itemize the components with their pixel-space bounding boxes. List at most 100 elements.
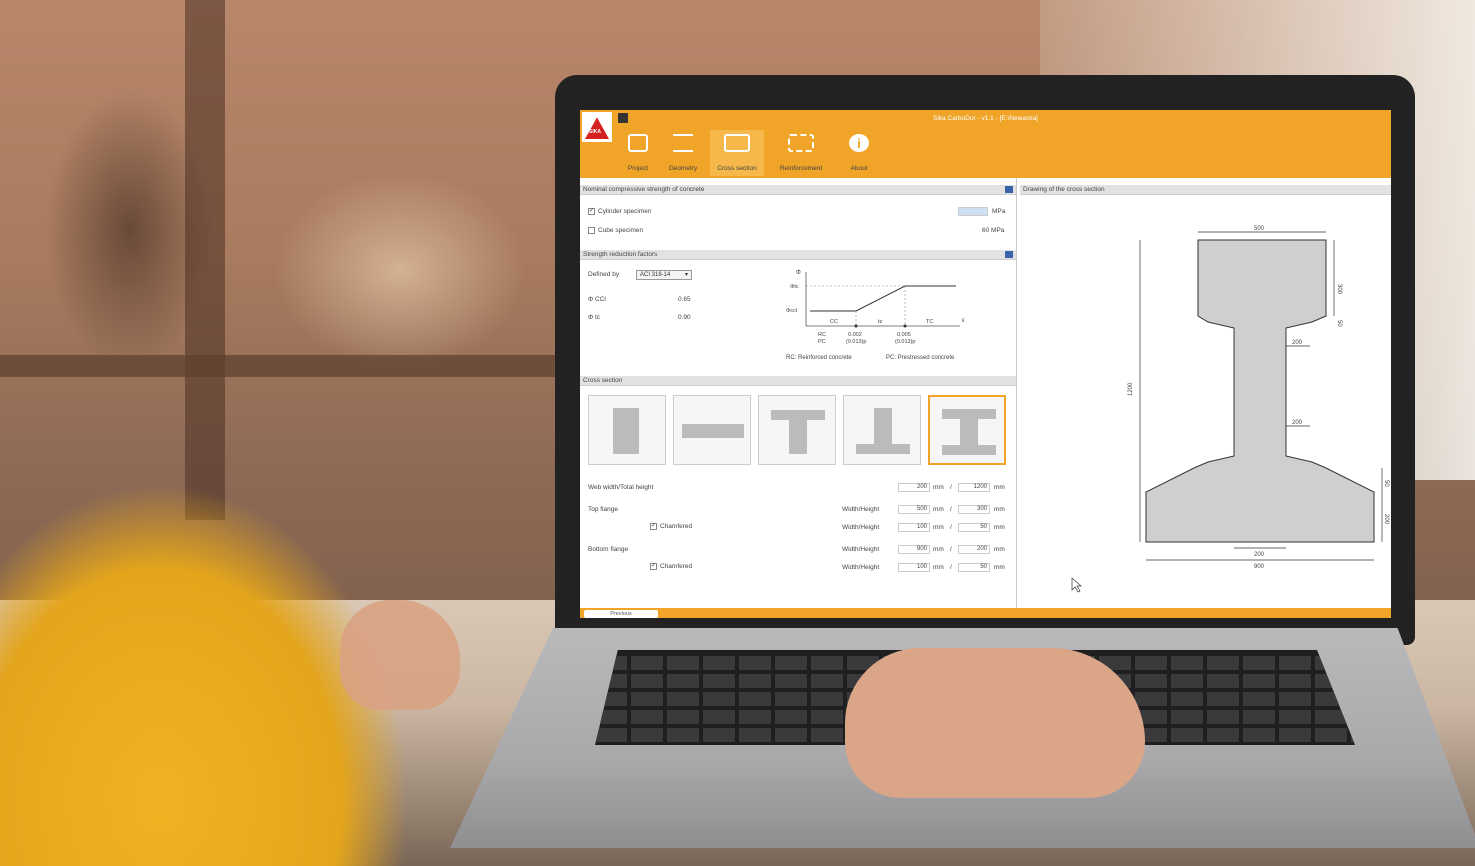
top-width-input[interactable]: 500	[898, 505, 930, 514]
bottom-width-input[interactable]: 900	[898, 545, 930, 554]
ribbon-about[interactable]: i About	[842, 130, 876, 176]
title-bar: Sika CarboDur - v1.1 - [E:\Newacka]	[580, 110, 1391, 128]
top-wh-label: Width/Height	[842, 506, 880, 513]
previous-button[interactable]: Previous	[584, 610, 658, 618]
cube-value: 60 MPa	[982, 227, 1005, 234]
cube-checkbox[interactable]	[588, 227, 595, 234]
defined-by-select[interactable]: ACI 318-14 ▾	[636, 270, 692, 280]
ribbon: Project Geometry Cross section Reinforce…	[580, 128, 1391, 178]
slash: /	[950, 546, 952, 553]
unit-mm: mm	[994, 564, 1005, 571]
diagram-legend-rc: RC: Reinforced concrete	[786, 355, 852, 361]
top-height-input[interactable]: 300	[958, 505, 990, 514]
section-tile-inverted-t[interactable]	[843, 395, 921, 465]
diagram-pc: PC	[818, 339, 826, 345]
phi-tc-value: 0.90	[678, 314, 691, 321]
ribbon-about-label: About	[850, 165, 868, 172]
beam-loads-icon	[673, 134, 693, 152]
ribbon-project-label: Project	[627, 165, 649, 172]
phi-ccl-value: 0.65	[678, 296, 691, 303]
collapse-icon[interactable]	[1005, 186, 1013, 193]
section-tile-slab[interactable]	[673, 395, 751, 465]
unit-mm: mm	[933, 524, 944, 531]
dim-top-ch: 50	[1336, 320, 1342, 327]
dim-bot-ch: 50	[1383, 480, 1389, 487]
slash: /	[950, 484, 952, 491]
cylinder-label: Cylinder specimen	[598, 208, 652, 215]
web-width-input[interactable]: 200	[898, 483, 930, 492]
diagram-eps: ε	[962, 318, 965, 324]
bottom-height-input[interactable]: 200	[958, 545, 990, 554]
save-icon[interactable]	[618, 113, 628, 123]
slash: /	[950, 524, 952, 531]
cube-label: Cube specimen	[598, 227, 644, 234]
pane-divider[interactable]	[1016, 178, 1017, 618]
bottom-chamfered-label: Chamfered	[660, 563, 693, 570]
unit-mm: mm	[994, 546, 1005, 553]
web-label: Web width/Total height	[588, 484, 654, 491]
diagram-phi-ccl: Φccl	[786, 308, 797, 314]
reduction-header: Strength reduction factors	[580, 250, 1016, 260]
unit-mm: mm	[933, 564, 944, 571]
ribbon-reinforcement[interactable]: Reinforcement	[770, 130, 832, 176]
diagram-rc: RC	[818, 332, 826, 338]
strength-header: Nominal compressive strength of concrete	[580, 185, 1016, 195]
dim-top-h: 300	[1336, 284, 1342, 295]
shelf	[0, 355, 560, 377]
right-hand	[845, 648, 1145, 798]
reduction-diagram: Φ Φtc Φccl CC tz TC ε RC PC 0.002 (0.013…	[786, 270, 965, 361]
mouse-cursor-icon	[1071, 577, 1082, 593]
dim-web2: 200	[1292, 420, 1303, 426]
unit-mm: mm	[994, 484, 1005, 491]
bottom-ch-height-input[interactable]: 50	[958, 563, 990, 572]
drawing-header: Drawing of the cross section	[1020, 185, 1391, 195]
person-yellow-sweater	[0, 380, 560, 866]
phi-ccl-label: Φ CCl	[588, 296, 606, 303]
unit-mm: mm	[994, 524, 1005, 531]
top-chamfered-checkbox[interactable]: ✓	[650, 523, 657, 530]
dim-bottom: 900	[1254, 564, 1265, 570]
app-window: Sika CarboDur - v1.1 - [E:\Newacka] Proj…	[580, 110, 1391, 618]
diagram-cc: CC	[830, 319, 838, 325]
dim-bot-h: 200	[1383, 514, 1389, 525]
top-flange-label: Top flange	[588, 506, 618, 513]
unit-mm: mm	[933, 506, 944, 513]
top-ch-height-input[interactable]: 50	[958, 523, 990, 532]
cross-section-icon	[724, 134, 750, 152]
ribbon-geometry-label: Geometry	[668, 165, 698, 172]
cylinder-checkbox[interactable]: ✓	[588, 208, 595, 215]
cross-section-drawing: 500 300 50 200 200 1200 50 200 200 900	[1071, 226, 1389, 593]
bottom-ch-width-input[interactable]: 100	[898, 563, 930, 572]
section-tile-t-beam[interactable]	[758, 395, 836, 465]
slash: /	[950, 506, 952, 513]
top-ch-label: Width/Height	[842, 524, 880, 531]
dim-total: 1200	[1128, 382, 1134, 396]
section-tile-i-beam[interactable]	[928, 395, 1006, 465]
ribbon-cross-section-label: Cross section	[717, 165, 757, 172]
ribbon-cross-section[interactable]: Cross section	[710, 130, 764, 176]
unit-mm: mm	[994, 506, 1005, 513]
defined-by-label: Defined by	[588, 271, 620, 278]
phi-curve	[810, 285, 956, 312]
cylinder-value-input[interactable]	[958, 207, 988, 216]
top-chamfered-label: Chamfered	[660, 523, 693, 530]
cylinder-unit: MPa	[992, 208, 1006, 215]
ribbon-reinforcement-label: Reinforcement	[779, 165, 823, 172]
ribbon-geometry[interactable]: Geometry	[662, 130, 704, 176]
unit-mm: mm	[933, 484, 944, 491]
top-ch-width-input[interactable]: 100	[898, 523, 930, 532]
left-hand	[340, 600, 460, 710]
reinforcement-icon	[788, 134, 814, 152]
dim-web-bottom: 200	[1254, 552, 1265, 558]
slash: /	[950, 564, 952, 571]
diagram-phi-tc: Φtc	[790, 284, 799, 290]
ribbon-project[interactable]: Project	[622, 130, 654, 176]
bottom-flange-label: Bottom flange	[588, 546, 629, 553]
collapse-icon[interactable]	[1005, 251, 1013, 258]
bottom-ch-label: Width/Height	[842, 564, 880, 571]
cross-section-header: Cross section	[580, 376, 1016, 386]
bottom-chamfered-checkbox[interactable]: ✓	[650, 563, 657, 570]
house-document-icon	[628, 134, 648, 152]
section-tile-rectangular[interactable]	[588, 395, 666, 465]
web-height-input[interactable]: 1200	[958, 483, 990, 492]
